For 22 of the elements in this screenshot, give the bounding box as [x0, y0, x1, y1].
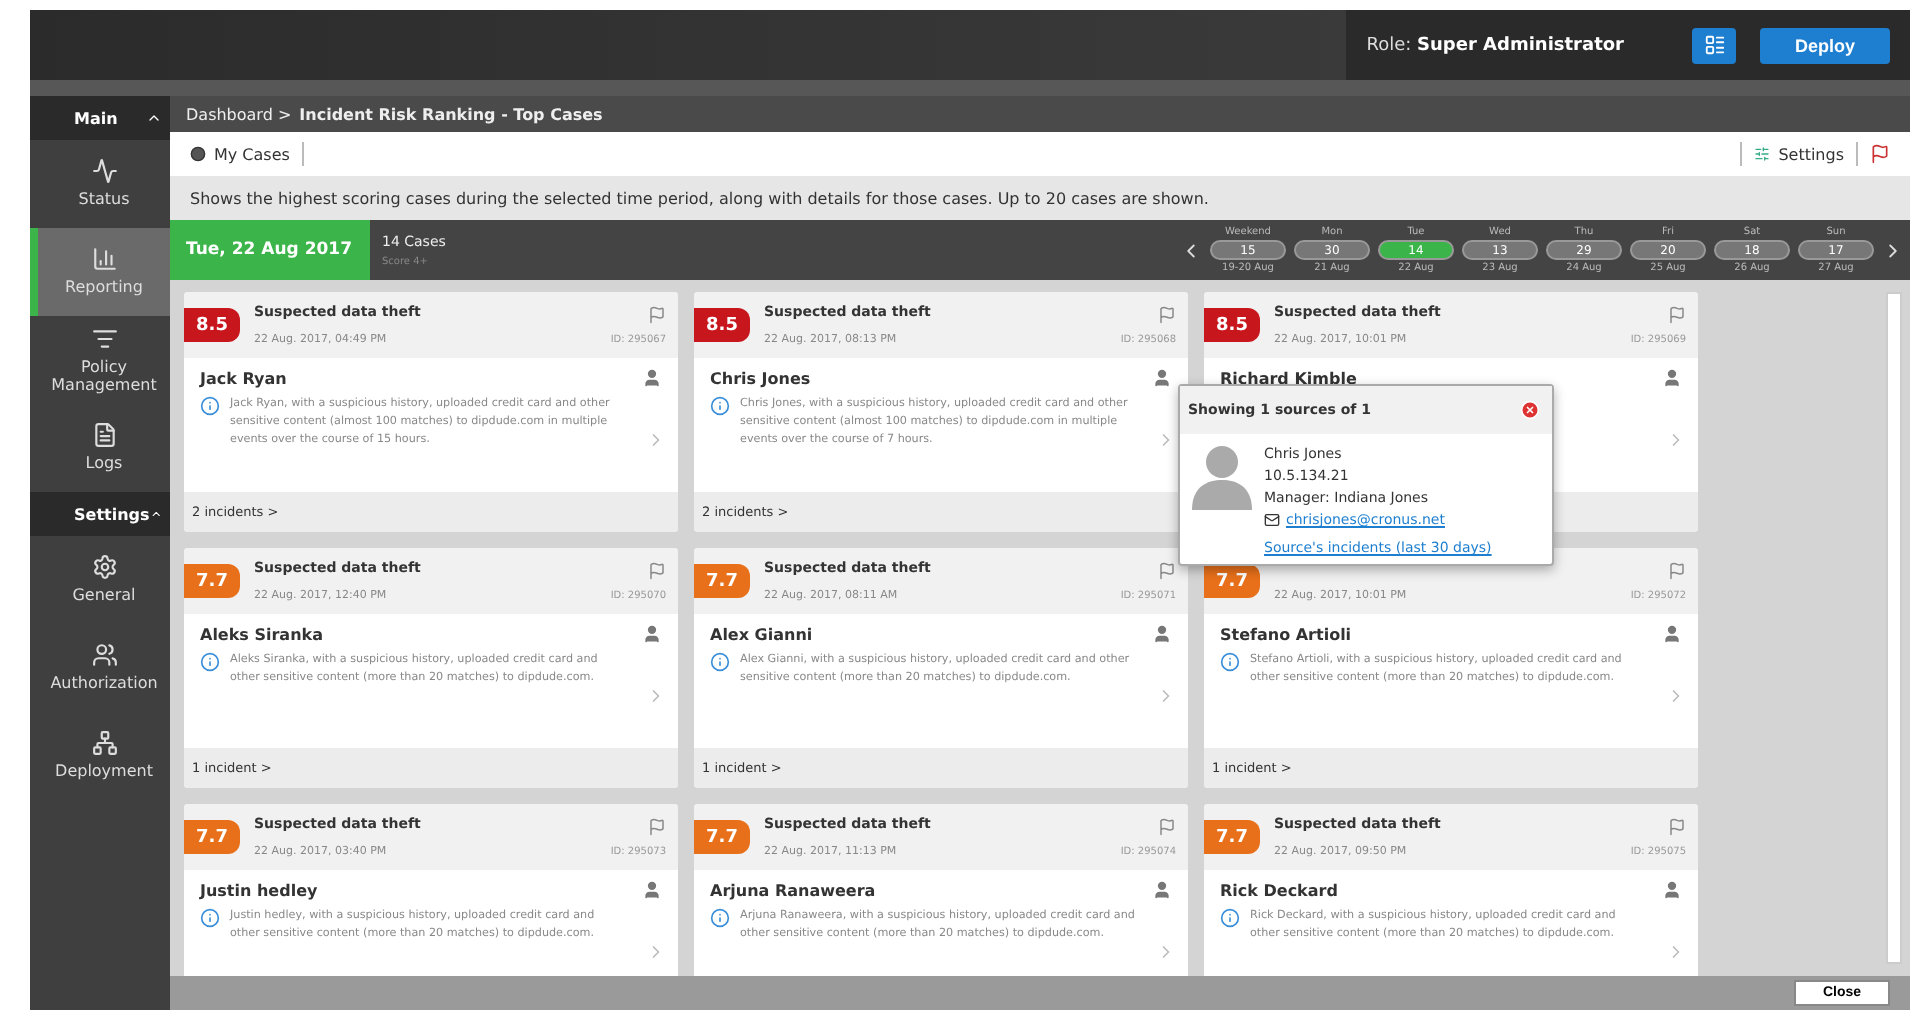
- person-name: Richard Kimble: [1220, 369, 1357, 387]
- person-name: Chris Jones: [710, 369, 811, 387]
- score-badge: 7.7: [694, 820, 750, 854]
- page-description: Shows the highest scoring cases during the selected time period, along with details for those cases. Up to 20 cases are shown.: [170, 176, 1910, 220]
- score-badge: 7.7: [184, 564, 240, 598]
- score-badge: 7.7: [184, 820, 240, 854]
- person-name: Justin hedley: [200, 881, 318, 899]
- person-name: Rick Deckard: [1220, 881, 1338, 899]
- score-badge: 7.7: [1204, 820, 1260, 854]
- score-badge: 8.5: [1204, 308, 1260, 342]
- score-badge: 8.5: [694, 308, 750, 342]
- score-badge: 7.7: [694, 564, 750, 598]
- person-name: Jack Ryan: [200, 369, 287, 387]
- person-name: Aleks Siranka: [200, 625, 323, 643]
- page-title: Incident Risk Ranking - Top Cases: [299, 105, 603, 123]
- score-badge: 7.7: [1204, 564, 1260, 598]
- person-name: Alex Gianni: [710, 625, 813, 643]
- person-name: Stefano Artioli: [1220, 625, 1352, 643]
- person-name: Arjuna Ranaweera: [710, 881, 876, 899]
- score-badge: 8.5: [184, 308, 240, 342]
- selected-date: Tue, 22 Aug 2017: [170, 220, 370, 280]
- role-label: Role: Super Administrator: [1366, 35, 1624, 55]
